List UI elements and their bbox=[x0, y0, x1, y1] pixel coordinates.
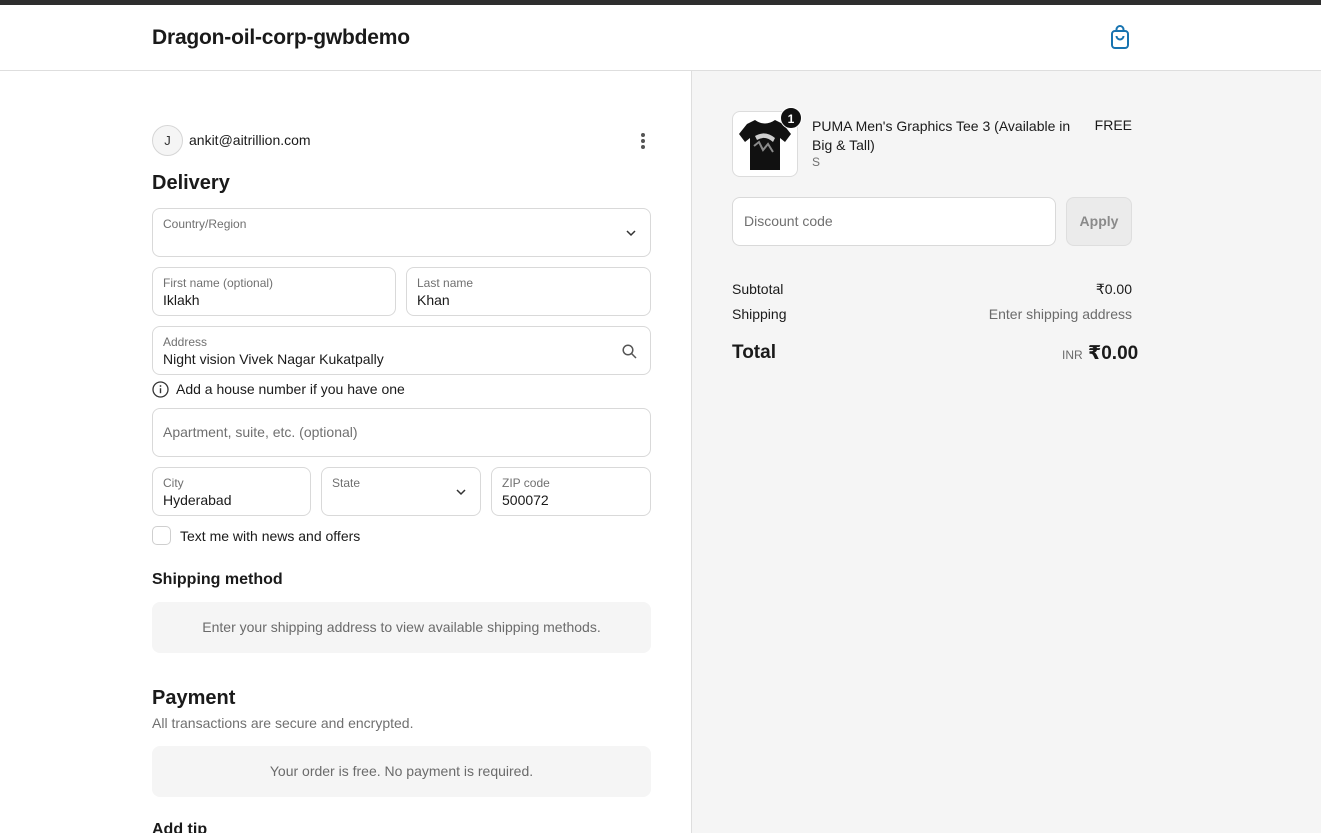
shipping-method-heading: Shipping method bbox=[152, 571, 283, 588]
search-icon[interactable] bbox=[622, 344, 637, 359]
address-field[interactable]: Address Night vision Vivek Nagar Kukatpa… bbox=[152, 326, 651, 375]
city-label: City bbox=[163, 476, 184, 490]
zip-label: ZIP code bbox=[502, 476, 550, 490]
payment-subtitle: All transactions are secure and encrypte… bbox=[152, 715, 414, 731]
shipping-notice: Enter your shipping address to view avai… bbox=[152, 602, 651, 653]
subtotal-label: Subtotal bbox=[732, 281, 784, 297]
sms-opt-in-label[interactable]: Text me with news and offers bbox=[180, 528, 360, 544]
apply-discount-button[interactable]: Apply bbox=[1066, 197, 1132, 246]
store-name[interactable]: Dragon-oil-corp-gwbdemo bbox=[152, 26, 410, 50]
more-vertical-icon[interactable] bbox=[635, 131, 651, 151]
discount-code-input[interactable]: Discount code bbox=[732, 197, 1056, 246]
order-summary-panel bbox=[691, 71, 1321, 833]
account-email: ankit@aitrillion.com bbox=[189, 132, 311, 148]
shopping-bag-icon[interactable] bbox=[1108, 24, 1132, 50]
payment-heading: Payment bbox=[152, 687, 236, 709]
total-value: ₹0.00 bbox=[1088, 343, 1139, 364]
city-value: Hyderabad bbox=[163, 492, 232, 508]
product-title: PUMA Men's Graphics Tee 3 (Available in … bbox=[812, 118, 1071, 153]
last-name-field[interactable]: Last name Khan bbox=[406, 267, 651, 316]
state-select[interactable]: State bbox=[321, 467, 481, 516]
product-variant: S bbox=[812, 155, 821, 169]
first-name-field[interactable]: First name (optional) Iklakh bbox=[152, 267, 396, 316]
total-currency: INR bbox=[1062, 348, 1083, 362]
delivery-heading: Delivery bbox=[152, 172, 230, 194]
account-row: J ankit@aitrillion.com bbox=[152, 125, 651, 157]
country-select[interactable]: Country/Region bbox=[152, 208, 651, 257]
first-name-label: First name (optional) bbox=[163, 276, 274, 290]
product-price: FREE bbox=[1094, 117, 1132, 133]
subtotal-value: ₹0.00 bbox=[1095, 281, 1132, 297]
state-label: State bbox=[332, 476, 361, 490]
zip-value: 500072 bbox=[502, 492, 549, 508]
total-label: Total bbox=[732, 342, 776, 363]
chevron-down-icon bbox=[626, 230, 636, 237]
address-value: Night vision Vivek Nagar Kukatpally bbox=[163, 351, 384, 367]
payment-notice: Your order is free. No payment is requir… bbox=[152, 746, 651, 797]
shipping-label: Shipping bbox=[732, 306, 787, 322]
checkout-header: Dragon-oil-corp-gwbdemo bbox=[0, 5, 1321, 71]
zip-field[interactable]: ZIP code 500072 bbox=[491, 467, 651, 516]
avatar: J bbox=[152, 125, 183, 156]
quantity-badge: 1 bbox=[780, 107, 802, 129]
address-label: Address bbox=[163, 335, 208, 349]
info-icon bbox=[152, 381, 169, 398]
chevron-down-icon bbox=[456, 489, 466, 496]
shipping-value: Enter shipping address bbox=[988, 306, 1132, 322]
last-name-label: Last name bbox=[417, 276, 474, 290]
country-label: Country/Region bbox=[163, 217, 247, 231]
address-hint-text: Add a house number if you have one bbox=[176, 381, 405, 397]
last-name-value: Khan bbox=[417, 292, 450, 308]
first-name-value: Iklakh bbox=[163, 292, 200, 308]
city-field[interactable]: City Hyderabad bbox=[152, 467, 311, 516]
tip-heading: Add tip bbox=[152, 821, 208, 833]
sms-opt-in-checkbox[interactable] bbox=[152, 526, 171, 545]
apartment-placeholder: Apartment, suite, etc. (optional) bbox=[163, 424, 358, 440]
apartment-field[interactable]: Apartment, suite, etc. (optional) bbox=[152, 408, 651, 457]
